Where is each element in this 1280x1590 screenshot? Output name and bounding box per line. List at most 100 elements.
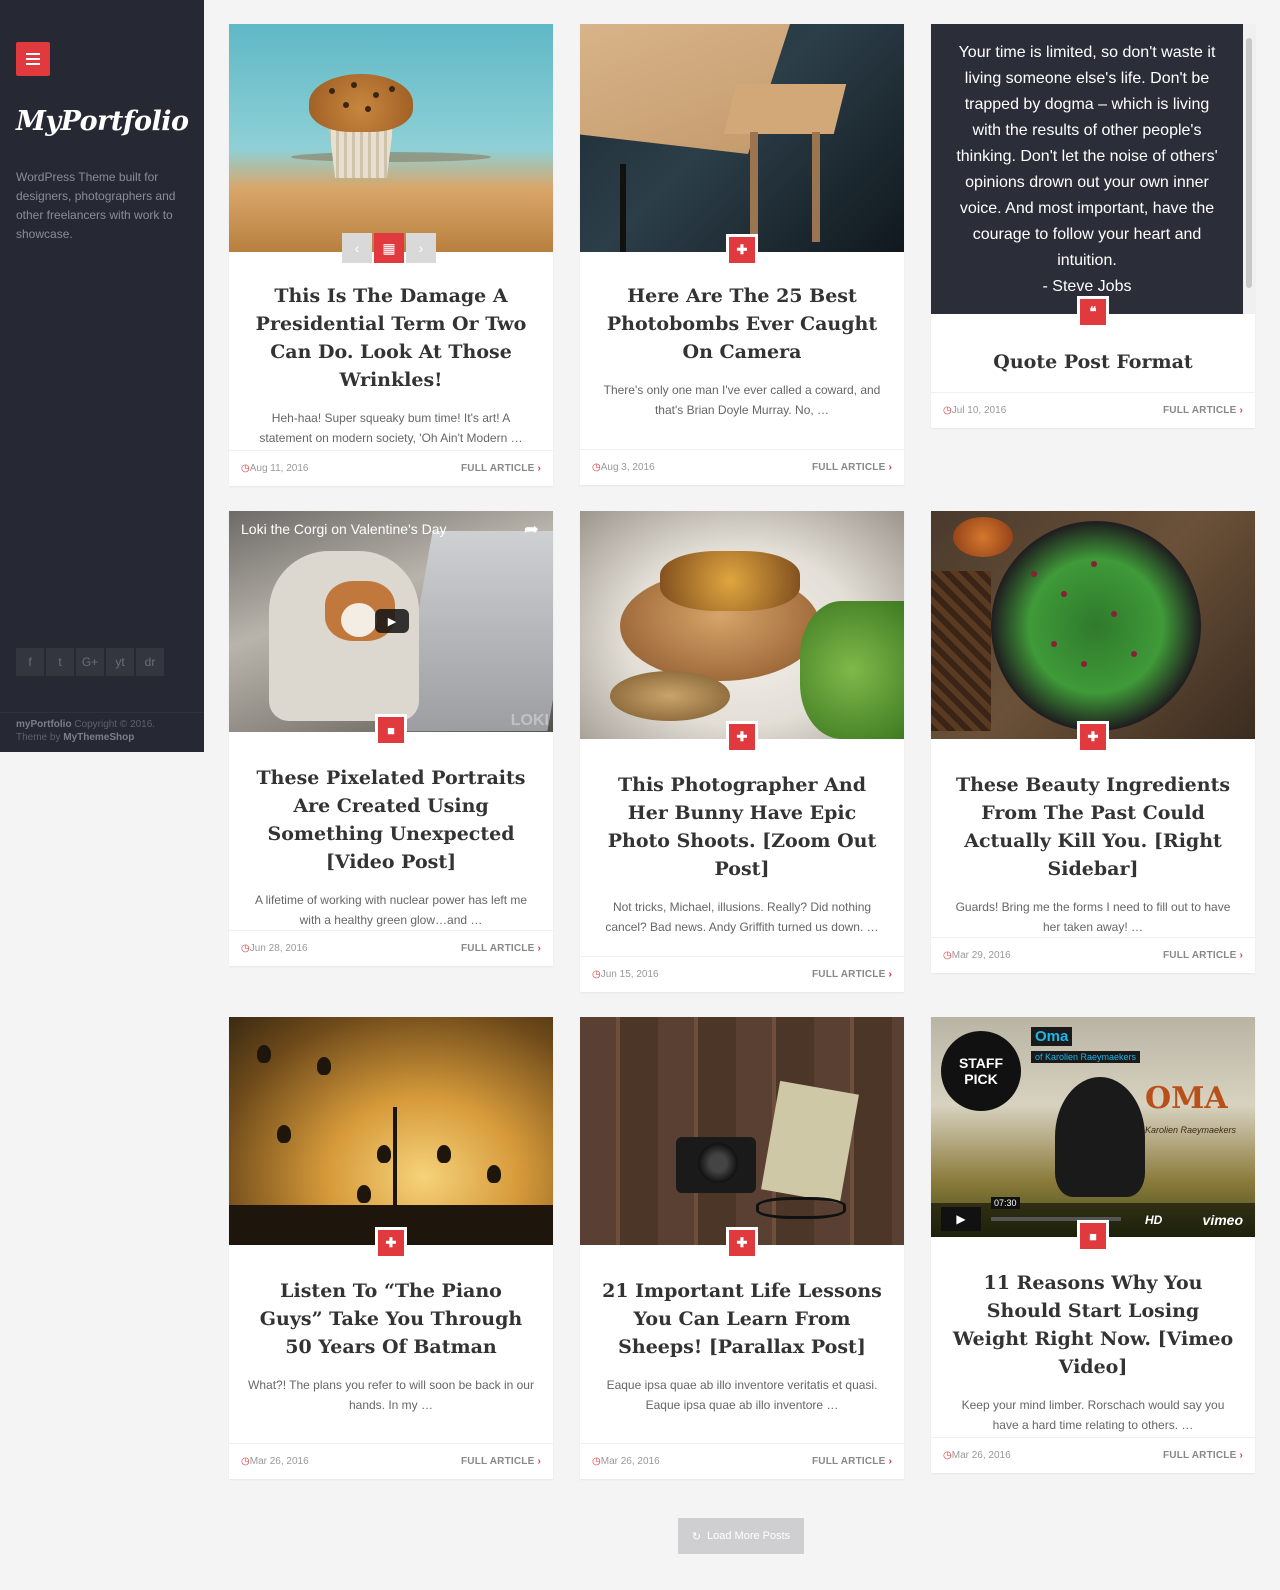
vimeo-video-name[interactable]: Oma — [1031, 1027, 1073, 1046]
youtube-icon[interactable]: yt — [106, 648, 134, 676]
post-date: Jun 28, 2016 — [241, 943, 308, 954]
post-excerpt: Not tricks, Michael, illusions. Really? … — [605, 900, 879, 934]
vimeo-time: 07:30 — [991, 1197, 1020, 1209]
post-title[interactable]: Quote Post Format — [931, 348, 1255, 376]
full-article-link[interactable]: FULL ARTICLE — [1163, 1450, 1243, 1461]
post-date: Aug 3, 2016 — [592, 462, 655, 473]
quote-text: Your time is limited, so don't waste it … — [956, 44, 1218, 269]
site-logo[interactable]: MyPortfolio — [16, 106, 189, 137]
post-excerpt: Keep your mind limber. Rorschach would s… — [961, 1398, 1225, 1432]
full-article-link[interactable]: FULL ARTICLE — [812, 969, 892, 980]
sidebar: MyPortfolio WordPress Theme built for de… — [0, 0, 204, 752]
full-article-link[interactable]: FULL ARTICLE — [461, 463, 541, 474]
site-tagline: WordPress Theme built for designers, pho… — [16, 170, 176, 241]
share-icon[interactable]: ➦ — [524, 519, 539, 540]
dribbble-icon[interactable]: dr — [136, 648, 164, 676]
pin-icon: ✚ — [1077, 721, 1109, 753]
post-title[interactable]: This Is The Damage A Presidential Term O… — [229, 282, 553, 394]
full-article-link[interactable]: FULL ARTICLE — [812, 462, 892, 473]
quote-scrollbar[interactable] — [1243, 24, 1255, 314]
post-gallery-image[interactable] — [229, 24, 553, 252]
facebook-icon[interactable]: f — [16, 648, 44, 676]
post-featured-image[interactable] — [931, 511, 1255, 739]
load-more-button[interactable]: ↻ Load More Posts — [678, 1518, 804, 1554]
theme-by-link[interactable]: MyThemeShop — [63, 732, 134, 743]
post-date: Jun 15, 2016 — [592, 969, 659, 980]
full-article-link[interactable]: FULL ARTICLE — [1163, 405, 1243, 416]
post-excerpt: What?! The plans you refer to will soon … — [248, 1378, 534, 1412]
video-title[interactable]: Loki the Corgi on Valentine's Day — [241, 521, 447, 537]
post-date: Mar 29, 2016 — [943, 950, 1011, 961]
post-title[interactable]: This Photographer And Her Bunny Have Epi… — [580, 771, 904, 883]
vimeo-hd-label[interactable]: HD — [1145, 1213, 1162, 1227]
google-plus-icon[interactable]: G+ — [76, 648, 104, 676]
pin-icon: ✚ — [726, 1227, 758, 1259]
twitter-icon[interactable]: t — [46, 648, 74, 676]
load-more-label: Load More Posts — [707, 1530, 791, 1542]
full-article-link[interactable]: FULL ARTICLE — [1163, 950, 1243, 961]
post-date: Jul 10, 2016 — [943, 405, 1007, 416]
vimeo-film-title: OMA — [1145, 1081, 1228, 1116]
pin-icon: ✚ — [375, 1227, 407, 1259]
post-meta: Mar 26, 2016 FULL ARTICLE — [580, 1443, 904, 1479]
social-links: f t G+ yt dr — [16, 648, 164, 676]
copyright: myPortfolio Copyright © 2016. Theme by M… — [16, 718, 196, 744]
copyright-text: Copyright © 2016. — [71, 719, 156, 730]
video-camera-icon: ■ — [375, 714, 407, 746]
quote-area: Your time is limited, so don't waste it … — [931, 24, 1255, 314]
post-title[interactable]: These Beauty Ingredients From The Past C… — [931, 771, 1255, 883]
post-card: Loki the Corgi on Valentine's Day ➦ ▶ LO… — [229, 511, 553, 966]
full-article-link[interactable]: FULL ARTICLE — [461, 1456, 541, 1467]
menu-toggle-button[interactable] — [16, 42, 50, 76]
vimeo-logo[interactable]: vimeo — [1203, 1212, 1243, 1228]
post-title[interactable]: These Pixelated Portraits Are Created Us… — [229, 764, 553, 876]
vimeo-film-author: Karolien Raeymaekers — [1145, 1125, 1237, 1135]
staff-pick-badge: STAFF PICK — [941, 1031, 1021, 1111]
post-date: Aug 11, 2016 — [241, 463, 309, 474]
play-button[interactable]: ▶ — [375, 609, 409, 633]
video-player[interactable]: Loki the Corgi on Valentine's Day ➦ ▶ LO… — [229, 511, 553, 732]
vimeo-play-button[interactable]: ▶ — [941, 1207, 981, 1231]
post-title[interactable]: Listen To “The Piano Guys” Take You Thro… — [229, 1277, 553, 1361]
post-meta: Aug 3, 2016 FULL ARTICLE — [580, 449, 904, 485]
post-meta: Jul 10, 2016 FULL ARTICLE — [931, 392, 1255, 428]
post-meta: Mar 26, 2016 FULL ARTICLE — [931, 1437, 1255, 1473]
post-excerpt: Heh-haa! Super squeaky bum time! It's ar… — [259, 411, 523, 445]
video-camera-icon: ■ — [1077, 1220, 1109, 1252]
theme-by-text: Theme by — [16, 732, 64, 743]
full-article-link[interactable]: FULL ARTICLE — [812, 1456, 892, 1467]
post-card: STAFF PICK Oma of Karolien Raeymaekers O… — [931, 1017, 1255, 1473]
quote-box: Your time is limited, so don't waste it … — [931, 24, 1243, 314]
post-featured-image[interactable] — [229, 1017, 553, 1245]
post-excerpt: There's only one man I've ever called a … — [603, 383, 881, 417]
post-card: ✚ Listen To “The Piano Guys” Take You Th… — [229, 1017, 553, 1479]
vimeo-author[interactable]: of Karolien Raeymaekers — [1031, 1051, 1141, 1063]
post-featured-image[interactable] — [580, 24, 904, 252]
gallery-prev-button[interactable]: ‹ — [342, 233, 372, 263]
post-card: ✚ This Photographer And Her Bunny Have E… — [580, 511, 904, 992]
post-featured-image[interactable] — [580, 511, 904, 739]
post-card: Your time is limited, so don't waste it … — [931, 24, 1255, 428]
post-excerpt: Guards! Bring me the forms I need to fil… — [955, 900, 1231, 934]
post-title[interactable]: Here Are The 25 Best Photobombs Ever Cau… — [580, 282, 904, 366]
quote-icon: ❝ — [1077, 296, 1109, 328]
gallery-grid-icon[interactable]: ▦ — [374, 233, 404, 263]
vimeo-player[interactable]: STAFF PICK Oma of Karolien Raeymaekers O… — [931, 1017, 1255, 1237]
post-title[interactable]: 21 Important Life Lessons You Can Learn … — [580, 1277, 904, 1361]
post-featured-image[interactable] — [580, 1017, 904, 1245]
post-card: ‹ ▦ › This Is The Damage A Presidential … — [229, 24, 553, 486]
post-title[interactable]: 11 Reasons Why You Should Start Losing W… — [931, 1269, 1255, 1381]
full-article-link[interactable]: FULL ARTICLE — [461, 943, 541, 954]
post-meta: Jun 15, 2016 FULL ARTICLE — [580, 956, 904, 992]
copyright-brand-link[interactable]: myPortfolio — [16, 719, 72, 730]
post-excerpt: A lifetime of working with nuclear power… — [254, 893, 528, 927]
gallery-navigation: ‹ ▦ › — [342, 233, 436, 263]
post-meta: Aug 11, 2016 FULL ARTICLE — [229, 450, 553, 486]
post-card: ✚ 21 Important Life Lessons You Can Lear… — [580, 1017, 904, 1479]
video-watermark: LOKI — [510, 712, 549, 729]
post-meta: Jun 28, 2016 FULL ARTICLE — [229, 930, 553, 966]
pin-icon: ✚ — [726, 234, 758, 266]
refresh-icon: ↻ — [691, 1530, 702, 1543]
pin-icon: ✚ — [726, 721, 758, 753]
gallery-next-button[interactable]: › — [406, 233, 436, 263]
